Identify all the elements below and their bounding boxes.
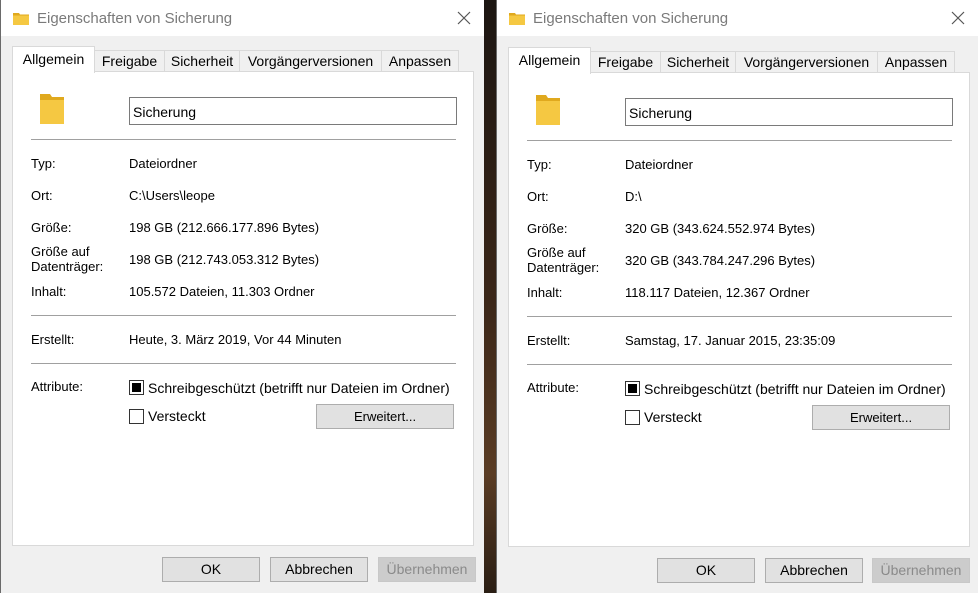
size-value: 198 GB (212.666.177.896 Bytes) xyxy=(129,220,320,235)
cancel-button[interactable]: Abbrechen xyxy=(765,558,863,583)
location-value: D:\ xyxy=(625,189,642,204)
size-on-disk-value: 320 GB (343.784.247.296 Bytes) xyxy=(625,253,816,268)
folder-icon xyxy=(509,13,525,25)
cancel-button[interactable]: Abbrechen xyxy=(270,557,368,582)
size-on-disk-label-line1: Größe auf xyxy=(527,245,586,260)
size-on-disk-value: 198 GB (212.743.053.312 Bytes) xyxy=(129,252,320,267)
location-label: Ort: xyxy=(527,189,549,204)
close-icon xyxy=(457,11,471,25)
separator xyxy=(31,315,456,316)
size-on-disk-label-line2: Datenträger: xyxy=(527,260,600,275)
size-on-disk-label-line2: Datenträger: xyxy=(31,259,104,274)
window-title: Eigenschaften von Sicherung xyxy=(37,10,233,27)
created-value: Samstag, 17. Januar 2015, 23:35:09 xyxy=(625,333,836,348)
tab-security[interactable]: Sicherheit xyxy=(660,51,736,72)
advanced-button[interactable]: Erweitert... xyxy=(812,405,950,430)
attributes-label: Attribute: xyxy=(527,380,580,395)
close-icon xyxy=(951,11,965,25)
separator xyxy=(527,316,952,317)
tab-customize[interactable]: Anpassen xyxy=(381,50,459,71)
tab-general[interactable]: Allgemein xyxy=(508,47,591,74)
hidden-checkbox-label[interactable]: Versteckt xyxy=(644,409,702,425)
apply-button[interactable]: Übernehmen xyxy=(378,557,476,582)
created-label: Erstellt: xyxy=(31,332,75,347)
size-label: Größe: xyxy=(31,220,72,235)
title-bar: Eigenschaften von Sicherung xyxy=(497,0,978,36)
size-on-disk-label-line1: Größe auf xyxy=(31,244,90,259)
ok-button[interactable]: OK xyxy=(162,557,260,582)
contents-value: 118.117 Dateien, 12.367 Ordner xyxy=(625,285,810,300)
attributes-label: Attribute: xyxy=(31,379,84,394)
contents-label: Inhalt: xyxy=(31,284,67,299)
type-label: Typ: xyxy=(31,156,56,171)
tab-sharing[interactable]: Freigabe xyxy=(94,50,165,71)
separator xyxy=(527,140,952,141)
readonly-checkbox[interactable] xyxy=(625,381,640,396)
tab-security[interactable]: Sicherheit xyxy=(164,50,240,71)
desktop-background-gap xyxy=(484,0,496,593)
size-label: Größe: xyxy=(527,221,568,236)
location-label: Ort: xyxy=(31,188,53,203)
folder-icon xyxy=(13,13,29,25)
properties-dialog-right: Eigenschaften von Sicherung Allgemein Fr… xyxy=(496,0,978,593)
type-label: Typ: xyxy=(527,157,552,172)
tab-previous-versions[interactable]: Vorgängerversionen xyxy=(239,50,382,71)
tab-previous-versions[interactable]: Vorgängerversionen xyxy=(735,51,878,72)
readonly-checkbox-label[interactable]: Schreibgeschützt (betrifft nur Dateien i… xyxy=(148,380,450,396)
tab-general[interactable]: Allgemein xyxy=(12,46,95,73)
type-value: Dateiordner xyxy=(625,157,693,172)
properties-dialog-left: Eigenschaften von Sicherung Allgemein Fr… xyxy=(0,0,484,593)
readonly-checkbox-label[interactable]: Schreibgeschützt (betrifft nur Dateien i… xyxy=(644,381,946,397)
tab-customize[interactable]: Anpassen xyxy=(877,51,955,72)
hidden-checkbox-label[interactable]: Versteckt xyxy=(148,408,206,424)
ok-button[interactable]: OK xyxy=(657,558,755,583)
separator xyxy=(527,364,952,365)
folder-name-input[interactable] xyxy=(129,97,457,125)
window-title: Eigenschaften von Sicherung xyxy=(533,10,729,27)
separator xyxy=(31,139,456,140)
readonly-checkbox[interactable] xyxy=(129,380,144,395)
size-value: 320 GB (343.624.552.974 Bytes) xyxy=(625,221,816,236)
folder-icon-large xyxy=(536,95,560,125)
general-tab-panel: Typ: Dateiordner Ort: C:\Users\leope Grö… xyxy=(12,71,474,546)
advanced-button[interactable]: Erweitert... xyxy=(316,404,454,429)
hidden-checkbox[interactable] xyxy=(625,410,640,425)
folder-name-input[interactable] xyxy=(625,98,953,126)
separator xyxy=(31,363,456,364)
close-button[interactable] xyxy=(454,8,474,28)
contents-value: 105.572 Dateien, 11.303 Ordner xyxy=(129,284,315,299)
folder-icon-large xyxy=(40,94,64,124)
contents-label: Inhalt: xyxy=(527,285,563,300)
location-value: C:\Users\leope xyxy=(129,188,215,203)
hidden-checkbox[interactable] xyxy=(129,409,144,424)
created-label: Erstellt: xyxy=(527,333,571,348)
apply-button[interactable]: Übernehmen xyxy=(872,558,970,583)
created-value: Heute, 3. März 2019, Vor 44 Minuten xyxy=(129,332,342,347)
title-bar: Eigenschaften von Sicherung xyxy=(1,0,484,36)
general-tab-panel: Typ: Dateiordner Ort: D:\ Größe: 320 GB … xyxy=(508,72,970,547)
type-value: Dateiordner xyxy=(129,156,197,171)
close-button[interactable] xyxy=(948,8,968,28)
tab-sharing[interactable]: Freigabe xyxy=(590,51,661,72)
